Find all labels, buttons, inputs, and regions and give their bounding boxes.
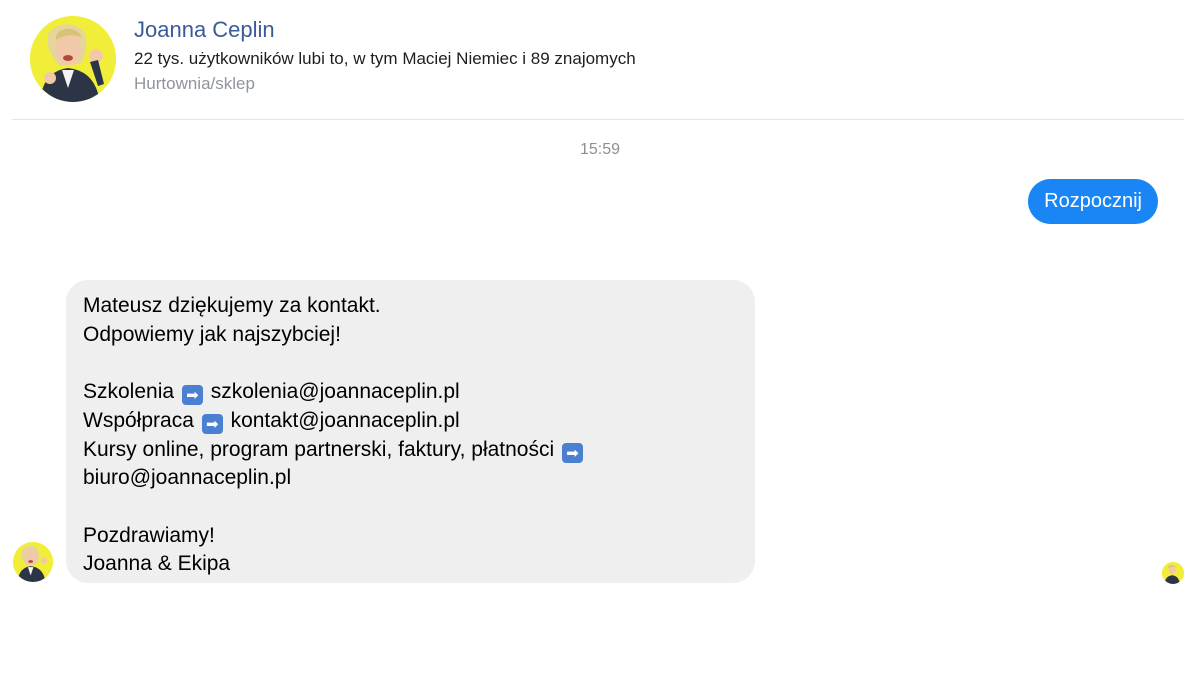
message-line: Szkolenia ➡ szkolenia@joannaceplin.pl — [83, 378, 738, 407]
contact-email-office[interactable]: biuro@joannaceplin.pl — [83, 466, 291, 489]
message-line: Joanna & Ekipa — [83, 550, 738, 579]
profile-avatar[interactable] — [30, 16, 116, 102]
sender-avatar[interactable] — [13, 542, 53, 582]
right-arrow-icon: ➡ — [181, 385, 203, 406]
incoming-message-bubble: Mateusz dziękujemy za kontakt. Odpowiemy… — [66, 280, 755, 583]
page-header: Joanna Ceplin 22 tys. użytkowników lubi … — [0, 0, 1200, 120]
message-line: Pozdrawiamy! — [83, 522, 738, 551]
profile-photo-icon — [30, 16, 116, 102]
message-timestamp: 15:59 — [579, 141, 621, 158]
profile-photo-icon — [13, 542, 53, 582]
message-line: Współpraca ➡ kontakt@joannaceplin.pl — [83, 407, 738, 436]
messenger-conversation: Joanna Ceplin 22 tys. użytkowników lubi … — [0, 0, 1200, 695]
message-line: Kursy online, program partnerski, faktur… — [83, 436, 738, 465]
message-text: Mateusz dziękujemy za kontakt. — [83, 294, 381, 317]
contact-label-training: Szkolenia — [83, 380, 175, 404]
message-text: Pozdrawiamy! — [83, 523, 215, 547]
read-receipt-avatar — [1162, 562, 1184, 584]
contact-label-cooperation: Współpraca — [83, 408, 194, 432]
page-likes-summary: 22 tys. użytkowników lubi to, w tym Maci… — [134, 49, 636, 68]
page-category: Hurtownia/sklep — [134, 74, 255, 93]
read-receipt-avatar-icon — [1162, 562, 1184, 584]
message-signature: Joanna & Ekipa — [83, 552, 231, 576]
contact-label-office: Kursy online, program partnerski, faktur… — [83, 437, 555, 461]
right-arrow-icon: ➡ — [201, 413, 223, 434]
message-line: Odpowiemy jak najszybciej! — [83, 321, 738, 350]
contact-email-training[interactable]: szkolenia@joannaceplin.pl — [211, 380, 460, 403]
message-line: biuro@joannaceplin.pl — [83, 464, 738, 493]
header-divider — [12, 119, 1184, 120]
right-arrow-icon: ➡ — [562, 442, 583, 463]
outgoing-message-bubble: Rozpocznij — [1028, 179, 1158, 224]
page-title[interactable]: Joanna Ceplin — [134, 16, 275, 44]
contact-email-cooperation[interactable]: kontakt@joannaceplin.pl — [231, 409, 460, 432]
message-line: Mateusz dziękujemy za kontakt. — [83, 292, 738, 321]
message-text: Odpowiemy jak najszybciej! — [83, 322, 341, 346]
